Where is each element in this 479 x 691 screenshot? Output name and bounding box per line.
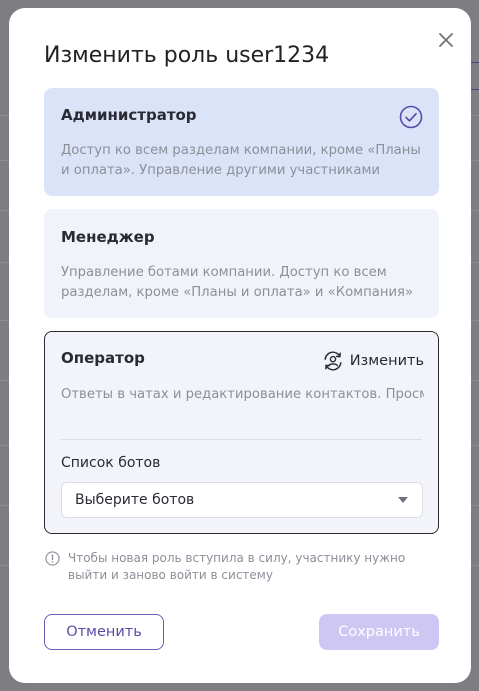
bots-select-placeholder: Выберите ботов	[75, 492, 195, 508]
role-name: Оператор	[61, 349, 145, 367]
caret-down-icon	[398, 497, 408, 503]
check-circle-icon	[399, 105, 423, 129]
role-name: Администратор	[61, 106, 197, 124]
save-button[interactable]: Сохранить	[319, 614, 439, 650]
bots-select[interactable]: Выберите ботов	[61, 482, 423, 518]
role-description: Ответы в чатах и редактирование контакто…	[61, 387, 424, 402]
change-permissions-button[interactable]: Изменить	[322, 349, 424, 373]
change-label: Изменить	[349, 353, 424, 369]
role-description: Доступ ко всем разделам компании, кроме …	[61, 143, 421, 178]
info-text: Чтобы новая роль вступила в силу, участн…	[68, 551, 406, 582]
role-name: Менеджер	[61, 228, 155, 246]
bots-list-label: Список ботов	[61, 455, 161, 471]
close-icon[interactable]	[436, 30, 456, 50]
modal-title: Изменить роль user1234	[44, 43, 330, 68]
role-card-admin[interactable]: Администратор Доступ ко всем разделам ко…	[44, 88, 439, 196]
info-icon	[45, 551, 60, 566]
role-card-manager[interactable]: Менеджер Управление ботами компании. Дос…	[44, 209, 439, 318]
cancel-button[interactable]: Отменить	[44, 614, 164, 650]
role-description: Управление ботами компании. Доступ ко вс…	[61, 265, 414, 300]
role-card-operator[interactable]: Оператор Изменить Ответы в чатах и редак…	[44, 331, 439, 534]
user-refresh-icon	[324, 351, 342, 371]
divider	[61, 439, 422, 440]
change-role-modal: Изменить роль user1234 Администратор Дос…	[9, 8, 471, 683]
